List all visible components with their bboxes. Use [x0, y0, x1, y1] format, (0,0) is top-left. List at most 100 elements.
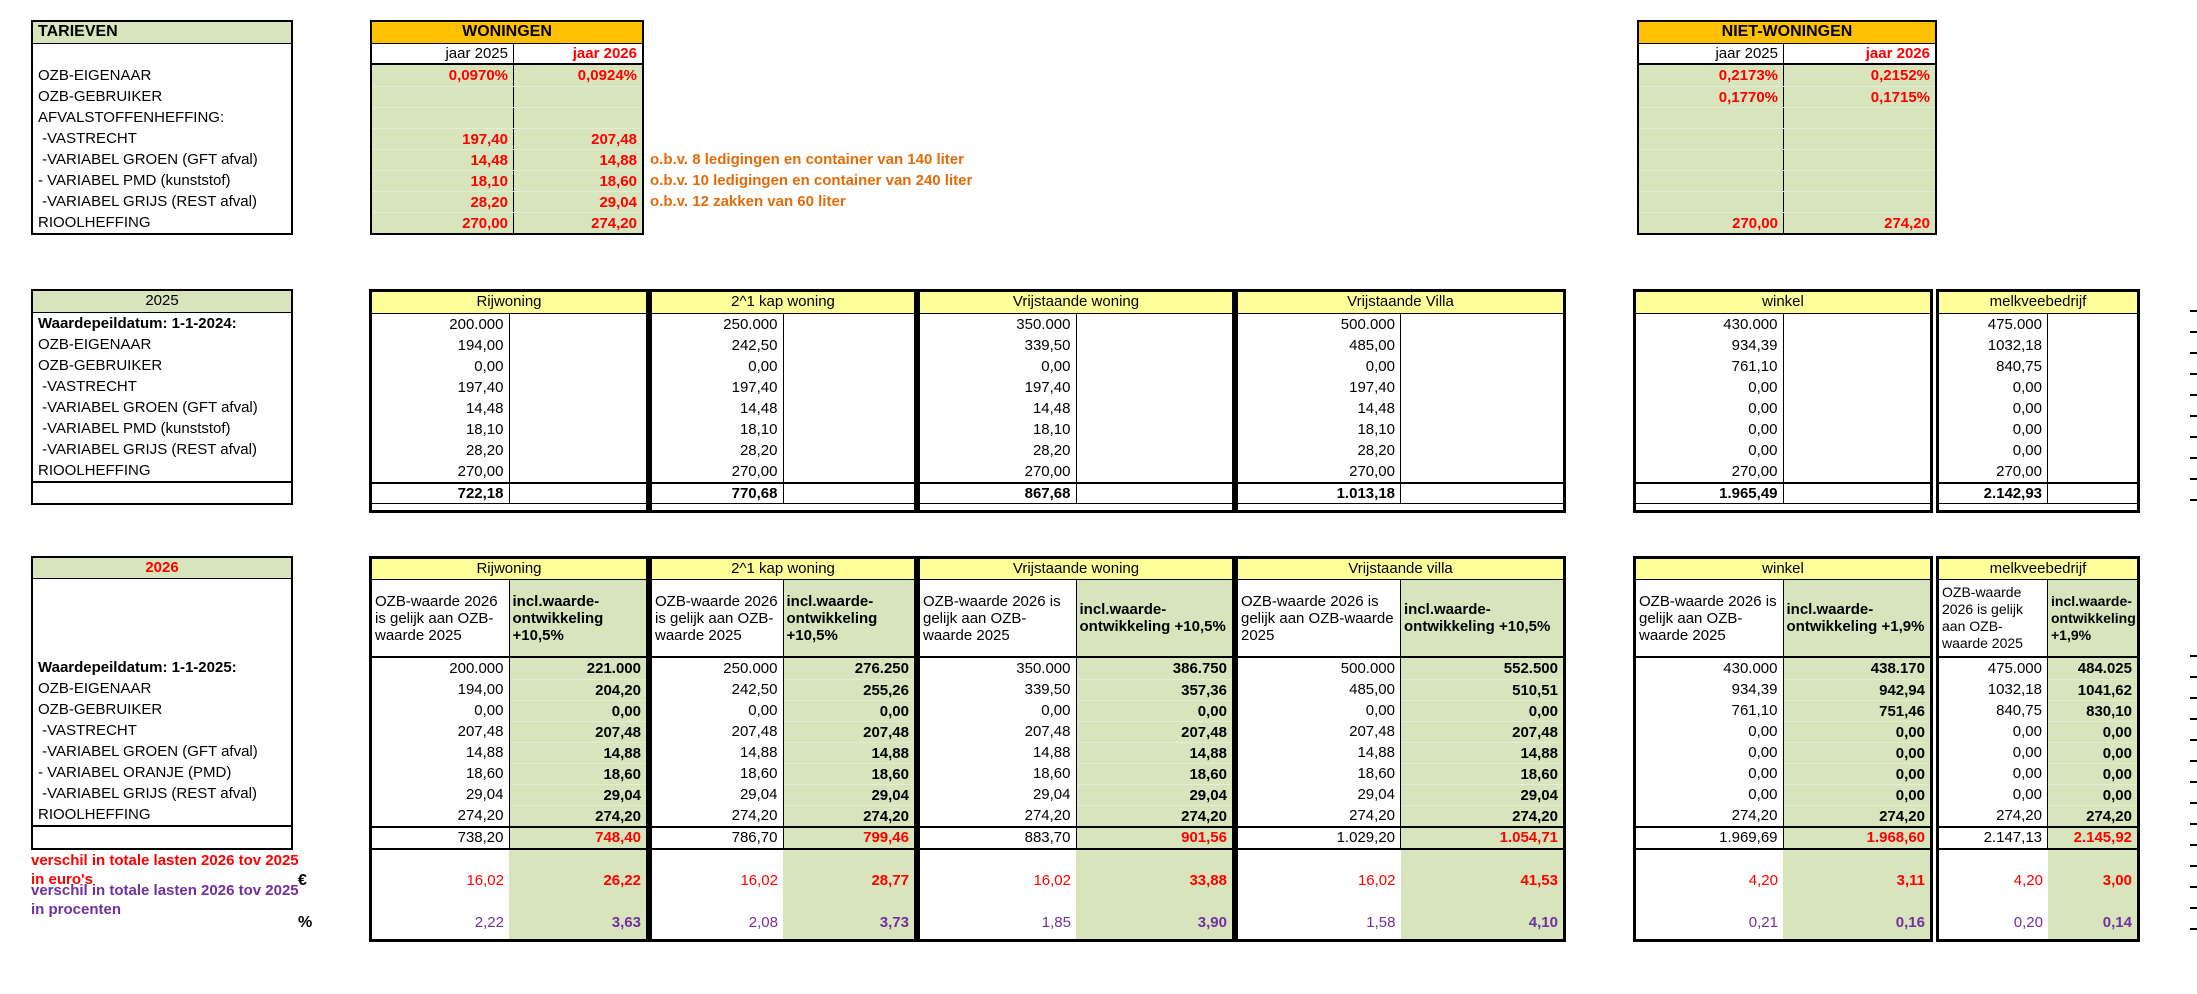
value-cell-b[interactable]: 255,26	[784, 679, 915, 700]
empty-cell[interactable]	[784, 356, 915, 377]
value-cell[interactable]: 250.000	[652, 314, 784, 335]
pct-diff-b[interactable]: 3,73	[783, 912, 914, 933]
value-cell-a[interactable]: 29,04	[1238, 784, 1401, 805]
value-cell-a[interactable]: 0,00	[1636, 763, 1784, 784]
value-cell-a[interactable]: 350.000	[920, 658, 1077, 679]
pct-diff-b[interactable]: 4,10	[1401, 912, 1564, 933]
value-2026-cell[interactable]: 274,20	[1784, 213, 1935, 233]
value-cell[interactable]: 18,10	[920, 419, 1077, 440]
value-cell[interactable]: 350.000	[920, 314, 1077, 335]
empty-cell[interactable]	[1401, 356, 1563, 377]
value-cell-a[interactable]: 934,39	[1636, 679, 1784, 700]
empty-cell[interactable]	[2048, 356, 2137, 377]
value-2025-cell[interactable]	[372, 108, 514, 128]
pct-diff-a[interactable]: 2,08	[652, 912, 783, 933]
value-cell[interactable]: 18,10	[1238, 419, 1401, 440]
value-cell-b[interactable]: 18,60	[784, 763, 915, 784]
pct-diff-b[interactable]: 0,16	[1783, 912, 1930, 933]
empty-cell[interactable]	[1077, 335, 1233, 356]
euro-diff-b[interactable]: 33,88	[1076, 870, 1232, 891]
value-cell[interactable]: 18,10	[372, 419, 510, 440]
value-cell-a[interactable]: 207,48	[652, 721, 784, 742]
value-cell[interactable]: 200.000	[372, 314, 510, 335]
value-cell[interactable]: 197,40	[652, 377, 784, 398]
empty-cell[interactable]	[1401, 461, 1563, 482]
value-cell[interactable]: 197,40	[920, 377, 1077, 398]
empty-cell[interactable]	[2048, 314, 2137, 335]
value-cell-b[interactable]: 0,00	[2048, 742, 2137, 763]
value-cell-a[interactable]: 761,10	[1636, 700, 1784, 721]
empty-cell[interactable]	[1077, 419, 1233, 440]
value-cell-a[interactable]: 1032,18	[1939, 679, 2048, 700]
value-cell[interactable]: 0,00	[1939, 377, 2048, 398]
euro-diff-b[interactable]: 41,53	[1401, 870, 1564, 891]
value-cell[interactable]: 14,48	[1238, 398, 1401, 419]
value-cell-b[interactable]: 0,00	[2048, 784, 2137, 805]
value-cell-b[interactable]: 0,00	[1401, 700, 1563, 721]
value-2025-cell[interactable]: 270,00	[1639, 213, 1784, 233]
value-cell[interactable]: 270,00	[1636, 461, 1784, 482]
value-cell-a[interactable]: 0,00	[1636, 721, 1784, 742]
empty-cell[interactable]	[510, 356, 647, 377]
empty-cell[interactable]	[510, 484, 647, 503]
value-2025-cell[interactable]: 14,48	[372, 150, 514, 170]
value-cell-b[interactable]: 18,60	[1401, 763, 1563, 784]
total-cell-b[interactable]: 901,56	[1077, 828, 1233, 848]
value-cell[interactable]: 0,00	[1636, 398, 1784, 419]
empty-cell[interactable]	[2048, 440, 2137, 461]
empty-cell[interactable]	[510, 461, 647, 482]
value-cell[interactable]: 197,40	[1238, 377, 1401, 398]
value-cell-b[interactable]: 274,20	[784, 805, 915, 826]
value-cell-a[interactable]: 0,00	[1939, 721, 2048, 742]
value-cell-b[interactable]: 274,20	[1077, 805, 1233, 826]
value-cell[interactable]: 500.000	[1238, 314, 1401, 335]
empty-cell[interactable]	[510, 335, 647, 356]
value-cell-b[interactable]: 0,00	[510, 700, 647, 721]
value-cell[interactable]: 840,75	[1939, 356, 2048, 377]
value-cell[interactable]: 14,48	[920, 398, 1077, 419]
year-2026-cell[interactable]: jaar 2026	[1784, 44, 1935, 63]
value-cell-b[interactable]: 942,94	[1784, 679, 1931, 700]
value-cell[interactable]: 0,00	[1939, 398, 2048, 419]
value-cell-a[interactable]: 430.000	[1636, 658, 1784, 679]
value-cell-a[interactable]: 18,60	[1238, 763, 1401, 784]
value-cell[interactable]: 0,00	[1238, 356, 1401, 377]
value-2026-cell[interactable]	[1784, 108, 1935, 128]
value-cell-a[interactable]: 274,20	[1238, 805, 1401, 826]
empty-cell[interactable]	[1401, 398, 1563, 419]
value-cell-a[interactable]: 0,00	[920, 700, 1077, 721]
value-cell-a[interactable]: 14,88	[652, 742, 784, 763]
value-2026-cell[interactable]	[1784, 129, 1935, 149]
value-cell-b[interactable]: 386.750	[1077, 658, 1233, 679]
empty-cell[interactable]	[1077, 377, 1233, 398]
pct-diff-a[interactable]: 2,22	[372, 912, 509, 933]
empty-cell[interactable]	[1784, 398, 1931, 419]
euro-diff-a[interactable]: 16,02	[920, 870, 1076, 891]
empty-cell[interactable]	[1077, 461, 1233, 482]
total-cell-b[interactable]: 748,40	[510, 828, 647, 848]
total-cell-b[interactable]: 2.145,92	[2048, 828, 2137, 848]
empty-cell[interactable]	[784, 440, 915, 461]
value-2026-cell[interactable]	[1784, 192, 1935, 212]
value-cell-b[interactable]: 207,48	[510, 721, 647, 742]
value-cell[interactable]: 14,48	[652, 398, 784, 419]
value-cell-b[interactable]: 204,20	[510, 679, 647, 700]
value-cell-a[interactable]: 274,20	[1636, 805, 1784, 826]
value-2026-cell[interactable]	[514, 87, 642, 107]
value-cell-a[interactable]: 0,00	[1238, 700, 1401, 721]
value-cell-a[interactable]: 475.000	[1939, 658, 2048, 679]
value-2026-cell[interactable]: 0,1715%	[1784, 87, 1935, 107]
value-cell-a[interactable]: 29,04	[372, 784, 510, 805]
value-cell-a[interactable]: 274,20	[652, 805, 784, 826]
value-2025-cell[interactable]	[372, 87, 514, 107]
empty-cell[interactable]	[1401, 440, 1563, 461]
empty-cell[interactable]	[1784, 335, 1931, 356]
empty-cell[interactable]	[784, 461, 915, 482]
value-cell-b[interactable]: 14,88	[510, 742, 647, 763]
empty-cell[interactable]	[784, 419, 915, 440]
empty-cell[interactable]	[1401, 377, 1563, 398]
value-cell-a[interactable]: 0,00	[1939, 763, 2048, 784]
empty-cell[interactable]	[1077, 314, 1233, 335]
value-cell-b[interactable]: 274,20	[1784, 805, 1931, 826]
year-2026-cell[interactable]: jaar 2026	[514, 44, 642, 63]
